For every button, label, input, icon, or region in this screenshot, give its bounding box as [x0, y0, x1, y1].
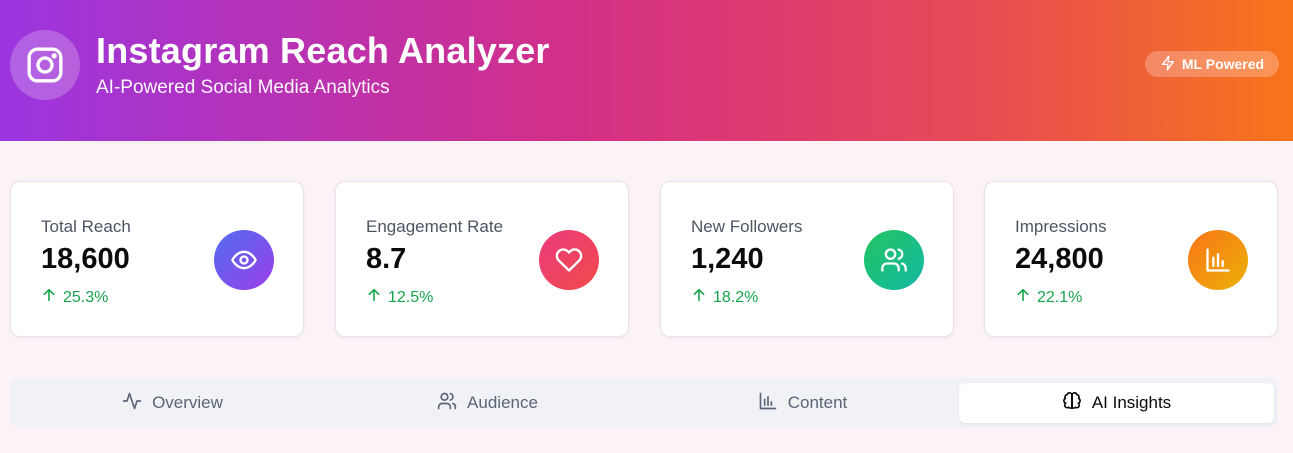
brain-icon — [1062, 391, 1082, 416]
metric-card-engagement-rate: Engagement Rate 8.7 12.5% — [335, 181, 629, 337]
bar-chart-icon — [1188, 230, 1248, 290]
arrow-up-icon — [366, 287, 382, 308]
tab-label: Overview — [152, 393, 223, 412]
instagram-icon — [10, 30, 80, 100]
metric-trend-value: 18.2% — [713, 288, 759, 306]
metric-trend-value: 12.5% — [388, 288, 434, 306]
arrow-up-icon — [1015, 287, 1031, 308]
activity-icon — [122, 391, 142, 416]
tab-bar: Overview Audience Content AI Insights — [10, 378, 1278, 428]
metric-value: 1,240 — [691, 243, 764, 275]
ml-powered-label: ML Powered — [1181, 56, 1265, 72]
metric-trend: 25.3% — [41, 287, 108, 308]
heart-icon — [539, 230, 599, 290]
lightning-icon — [1160, 55, 1176, 74]
metric-trend-value: 25.3% — [63, 288, 109, 306]
metric-value: 18,600 — [41, 243, 130, 275]
arrow-up-icon — [41, 287, 57, 308]
app-header: Instagram Reach Analyzer AI-Powered Soci… — [0, 0, 1293, 141]
ml-powered-badge: ML Powered — [1145, 51, 1279, 77]
metric-card-total-reach: Total Reach 18,600 25.3% — [10, 181, 304, 337]
metric-trend-value: 22.1% — [1037, 288, 1083, 306]
metric-label: Total Reach — [41, 217, 131, 236]
tab-audience[interactable]: Audience — [330, 383, 645, 423]
tab-content[interactable]: Content — [645, 383, 960, 423]
tab-label: Audience — [467, 393, 538, 412]
app-title: Instagram Reach Analyzer — [96, 30, 550, 71]
metric-value: 8.7 — [366, 243, 407, 275]
metric-label: New Followers — [691, 217, 803, 236]
app-subtitle: AI-Powered Social Media Analytics — [96, 77, 390, 98]
tab-label: Content — [787, 393, 848, 412]
metric-value: 24,800 — [1015, 243, 1104, 275]
metric-trend: 22.1% — [1015, 287, 1082, 308]
users-icon — [437, 391, 457, 416]
metric-trend: 12.5% — [366, 287, 433, 308]
arrow-up-icon — [691, 287, 707, 308]
metric-label: Impressions — [1015, 217, 1107, 236]
tab-label: AI Insights — [1091, 393, 1172, 412]
eye-icon — [214, 230, 274, 290]
metric-card-new-followers: New Followers 1,240 18.2% — [660, 181, 954, 337]
bar-chart-icon — [758, 391, 778, 416]
users-icon — [864, 230, 924, 290]
tab-overview[interactable]: Overview — [15, 383, 330, 423]
metric-label: Engagement Rate — [366, 217, 504, 236]
metric-trend: 18.2% — [691, 287, 758, 308]
metric-card-impressions: Impressions 24,800 22.1% — [984, 181, 1278, 337]
tab-ai-insights[interactable]: AI Insights — [959, 383, 1274, 423]
